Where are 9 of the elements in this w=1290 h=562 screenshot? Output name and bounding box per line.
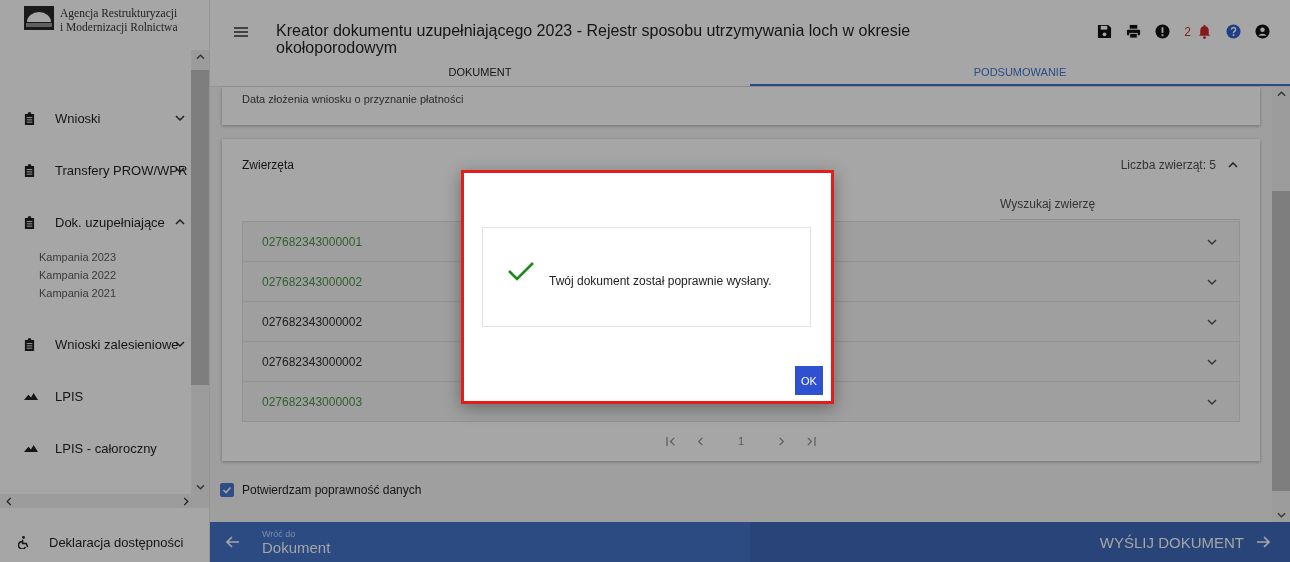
field-label: Data złożenia wniosku o przyznanie płatności [242, 93, 464, 105]
checkbox-label: Potwierdzam poprawność danych [242, 483, 422, 497]
page-title: Kreator dokumentu uzupełniającego 2023 - Rejestr sposobu utrzymywania loch w okresie okołoporodowym [276, 22, 912, 56]
panel-title: Zwierzęta [242, 158, 294, 172]
agency-name: Agencja Restrukturyzacji [60, 6, 178, 20]
animal-count: Liczba zwierząt: 5 [1120, 158, 1216, 172]
success-message: Twój dokument został poprawnie wysłany. [549, 274, 772, 288]
agency-name: i Modernizacji Rolnictwa [60, 20, 178, 34]
notification-count: 2 [1184, 24, 1191, 39]
